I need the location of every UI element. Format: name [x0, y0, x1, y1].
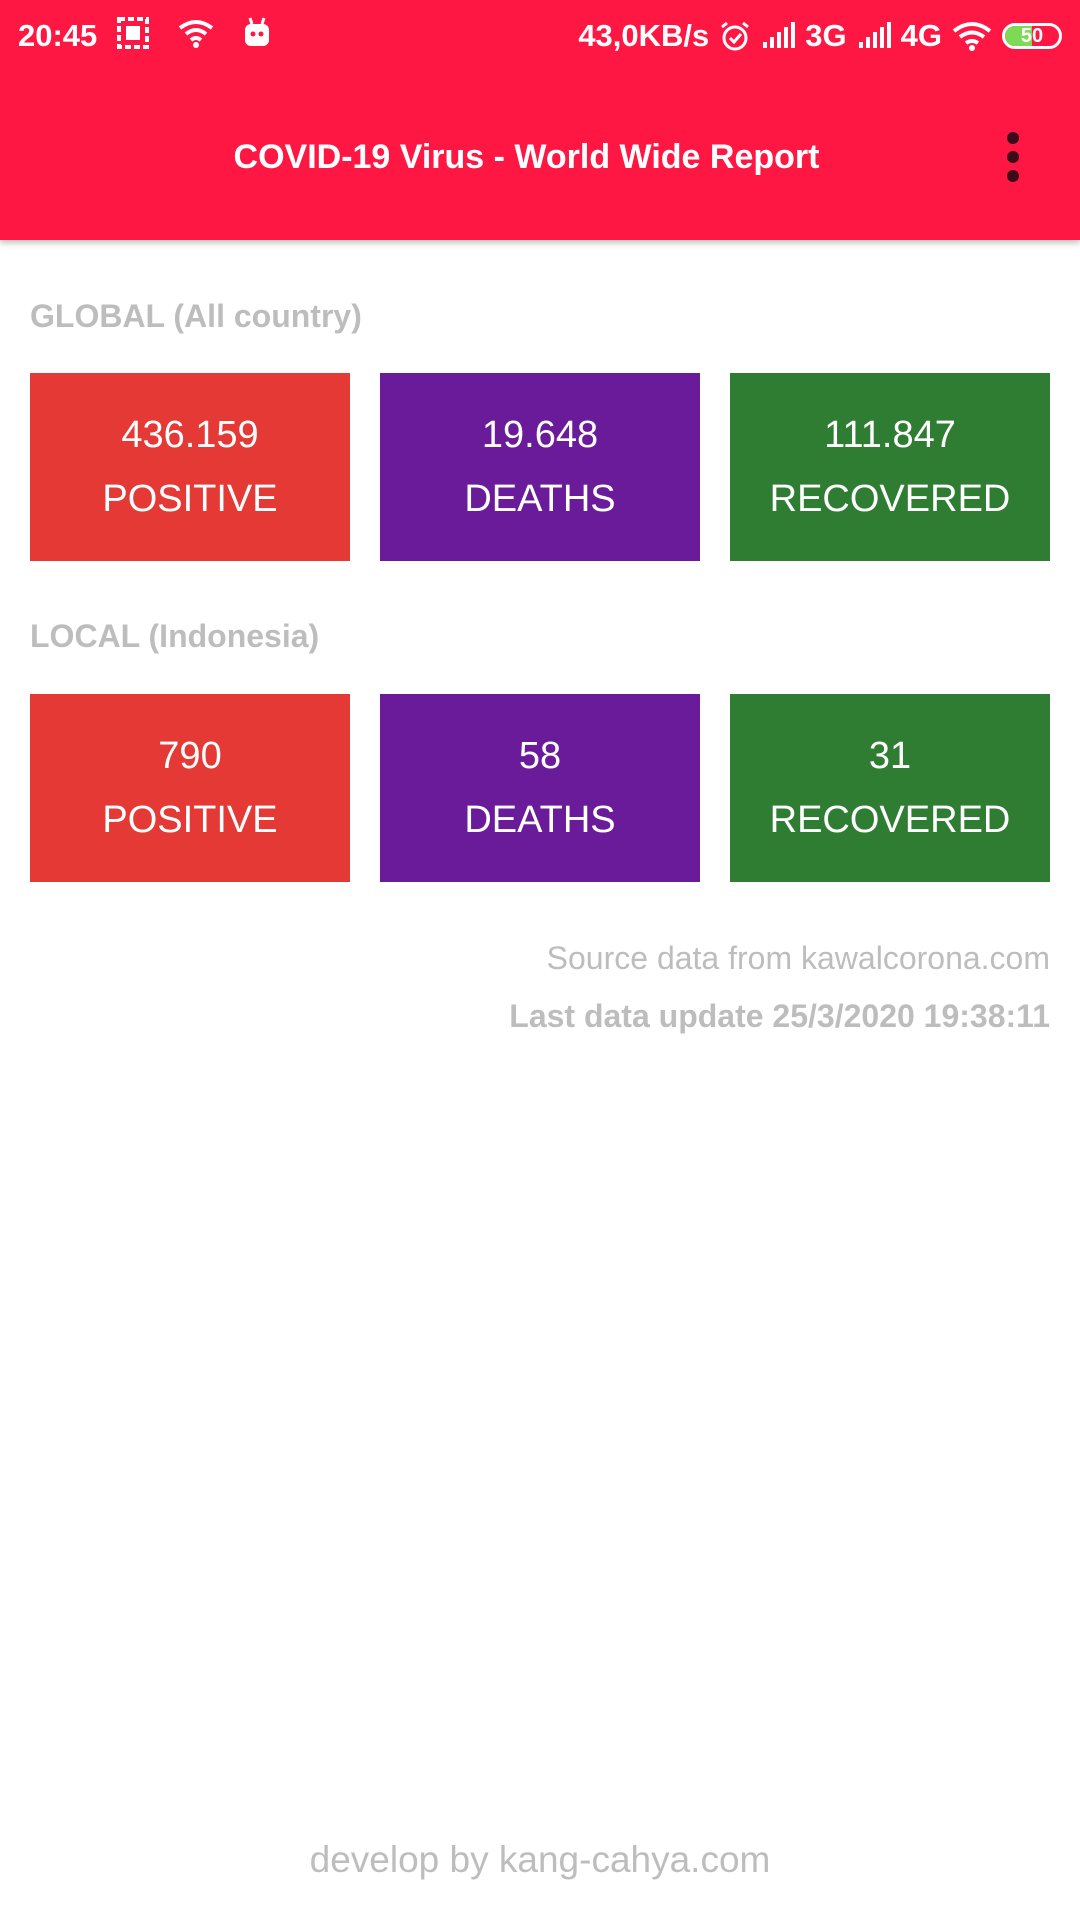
source-text: Source data from kawalcorona.com — [546, 940, 1050, 976]
app-title: COVID-19 Virus - World Wide Report — [233, 138, 820, 176]
local-positive-value: 790 — [158, 735, 222, 777]
status-left-icons — [116, 16, 272, 50]
global-positive-value: 436.159 — [121, 414, 259, 456]
local-recovered-label: RECOVERED — [769, 799, 1011, 841]
footer-credit: develop by kang-cahya.com — [309, 1839, 771, 1880]
global-deaths-value: 19.648 — [481, 414, 599, 456]
gallery-icon — [116, 16, 150, 50]
global-stats-row: 436.159 POSITIVE 19.648 DEATHS 111.847 R… — [30, 373, 1050, 561]
global-deaths-label: DEATHS — [464, 478, 616, 520]
battery-icon: 50 — [1002, 23, 1062, 49]
global-positive-label: POSITIVE — [102, 478, 278, 520]
local-recovered-value: 31 — [868, 735, 912, 777]
battery-text: 50 — [1020, 25, 1044, 47]
app-bar: 20:45 43,0KB/s 3G 4G 50 COVID-19 Virus -… — [0, 0, 1080, 240]
signal-icon — [857, 22, 891, 50]
global-recovered-label: RECOVERED — [769, 478, 1011, 520]
signal-icon — [761, 22, 796, 50]
global-positive-card: 436.159 POSITIVE — [30, 373, 350, 561]
local-positive-label: POSITIVE — [102, 799, 278, 841]
status-right: 43,0KB/s 3G 4G 50 — [578, 16, 1062, 56]
status-time: 20:45 — [18, 18, 98, 53]
status-bar: 20:45 43,0KB/s 3G 4G 50 — [0, 0, 1080, 72]
wifi-icon — [178, 18, 214, 48]
local-deaths-value: 58 — [518, 735, 562, 777]
menu-dot — [1007, 170, 1019, 182]
android-icon — [242, 16, 272, 50]
local-deaths-label: DEATHS — [464, 799, 616, 841]
wifi-icon — [952, 21, 992, 51]
global-recovered-card: 111.847 RECOVERED — [730, 373, 1050, 561]
last-update-text: Last data update 25/3/2020 19:38:11 — [509, 998, 1050, 1034]
global-recovered-value: 111.847 — [824, 414, 956, 456]
local-section-label: LOCAL (Indonesia) — [30, 618, 320, 654]
local-positive-card: 790 POSITIVE — [30, 694, 350, 882]
local-recovered-card: 31 RECOVERED — [730, 694, 1050, 882]
global-deaths-card: 19.648 DEATHS — [380, 373, 700, 561]
local-deaths-card: 58 DEATHS — [380, 694, 700, 882]
local-stats-row: 790 POSITIVE 58 DEATHS 31 RECOVERED — [30, 694, 1050, 882]
alarm-icon — [719, 20, 751, 52]
global-section-label: GLOBAL (All country) — [30, 298, 362, 334]
menu-dot — [1007, 151, 1019, 163]
network-type-2: 4G — [900, 18, 942, 53]
net-speed: 43,0KB/s — [578, 18, 710, 53]
network-type-1: 3G — [805, 18, 847, 53]
more-vert-icon[interactable] — [990, 126, 1036, 188]
menu-dot — [1007, 132, 1019, 144]
